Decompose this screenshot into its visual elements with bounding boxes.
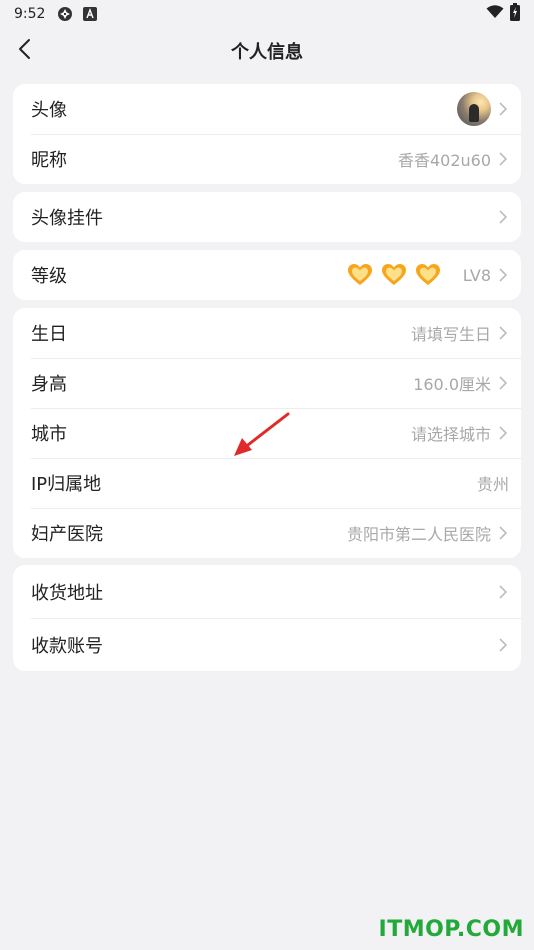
heart-icon [347,263,373,287]
pendant-card: 头像挂件 [13,192,521,242]
ip-location-label: IP归属地 [31,474,102,495]
watermark: ITMOP.COM [378,917,524,942]
hospital-row-right: 贵阳市第二人民医院 [347,521,509,545]
chevron-right-icon [497,209,509,225]
wifi-icon [486,5,504,23]
ip-location-row-right: 贵州 [477,471,509,495]
hospital-label: 妇产医院 [31,524,103,545]
back-button[interactable] [8,34,40,68]
level-value: LV8 [462,265,491,285]
chevron-right-icon [497,325,509,341]
nickname-label: 昵称 [31,150,67,171]
chevron-right-icon [497,101,509,117]
chevron-right-icon [497,425,509,441]
nickname-row-right: 香香402u60 [398,147,509,171]
back-chevron-icon [17,38,31,64]
pendant-row-right [491,209,509,225]
heart-icon [381,263,407,287]
height-value: 160.0厘米 [413,375,491,394]
chevron-right-icon [497,525,509,541]
avatar-row[interactable]: 头像 [13,84,521,134]
birthday-value: 请填写生日 [410,325,491,344]
ip-location-value: 贵州 [476,475,509,494]
avatar-label: 头像 [31,100,67,121]
height-row-right: 160.0厘米 [413,371,509,395]
pendant-label: 头像挂件 [31,208,103,229]
avatar [457,92,491,126]
profile-card: 头像 昵称 香香402u60 [13,84,521,184]
level-row[interactable]: 等级 LV8 [13,250,521,300]
shipping-address-row-right [491,584,509,600]
height-label: 身高 [31,374,67,395]
payment-account-label: 收款账号 [31,635,103,657]
header: 个人信息 [0,28,534,74]
shipping-address-row[interactable]: 收货地址 [13,565,521,618]
birthday-row-right: 请填写生日 [411,321,509,345]
chevron-right-icon [497,375,509,391]
city-label: 城市 [31,424,67,445]
hospital-value: 贵阳市第二人民医院 [346,525,491,544]
level-row-right: LV8 [347,263,509,287]
hospital-row[interactable]: 妇产医院 贵阳市第二人民医院 [13,508,521,558]
page-title: 个人信息 [231,42,303,63]
level-label: 等级 [31,266,67,287]
chevron-right-icon [497,637,509,653]
birthday-label: 生日 [31,324,67,345]
address-card: 收货地址 收款账号 [13,565,521,671]
level-card: 等级 LV8 [13,250,521,300]
city-value: 请选择城市 [410,425,491,444]
payment-account-row-right [491,637,509,653]
status-right [486,3,520,25]
app-a-icon [83,7,98,21]
shipping-address-label: 收货地址 [31,582,103,604]
red-arrow-annotation [234,412,290,456]
status-bar: 9:52 [0,0,534,28]
status-time: 9:52 [14,6,46,22]
heart-icon [415,263,441,287]
chevron-right-icon [497,267,509,283]
city-row-right: 请选择城市 [411,421,509,445]
level-hearts [347,263,441,287]
chevron-right-icon [497,584,509,600]
ip-location-row: IP归属地 贵州 [13,458,521,508]
battery-charging-icon [510,3,520,25]
height-row[interactable]: 身高 160.0厘米 [13,358,521,408]
nickname-value: 香香402u60 [397,151,491,170]
avatar-row-right [457,92,509,126]
chevron-right-icon [497,151,509,167]
pendant-row[interactable]: 头像挂件 [13,192,521,242]
sync-icon [57,6,73,22]
page: 9:52 个人信息 头像 昵称 香香402u60 头像挂件 等级 LV8 生日 … [0,0,534,950]
nickname-row[interactable]: 昵称 香香402u60 [13,134,521,184]
payment-account-row[interactable]: 收款账号 [13,618,521,671]
birthday-row[interactable]: 生日 请填写生日 [13,308,521,358]
